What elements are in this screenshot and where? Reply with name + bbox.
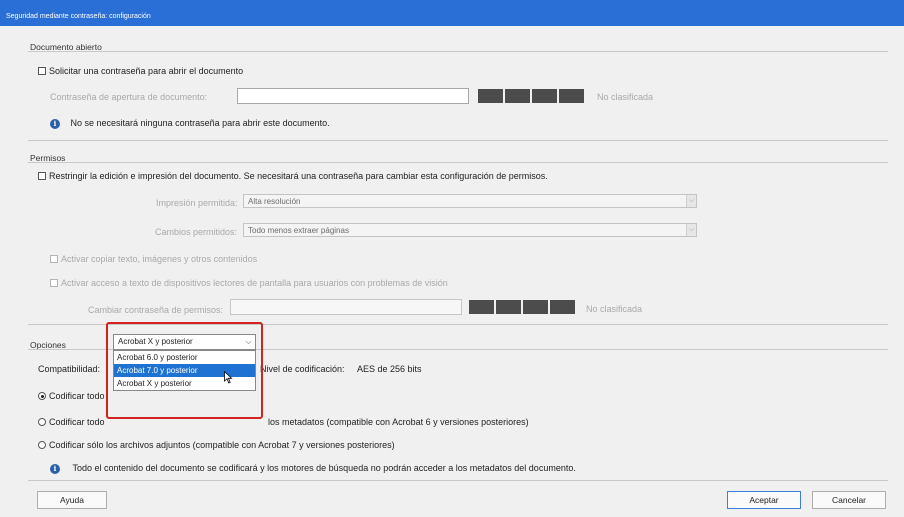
printing-allowed-select[interactable]: Alta resolución ⌵: [243, 194, 697, 208]
compatibility-option-highlighted[interactable]: Acrobat 7.0 y posterior: [114, 364, 255, 377]
changes-allowed-select[interactable]: Todo menos extraer páginas ⌵: [243, 223, 697, 237]
help-button[interactable]: Ayuda: [37, 491, 107, 509]
restrict-editing-option[interactable]: Restringir la edición e impresión del do…: [38, 171, 548, 181]
screen-reader-label: Activar acceso a texto de dispositivos l…: [61, 278, 448, 288]
radio-encrypt-all-button[interactable]: [38, 392, 46, 400]
permissions-password-strength-text: No clasificada: [586, 304, 643, 314]
chevron-down-icon: ⌵: [686, 195, 696, 207]
open-password-info-text: No se necesitará ninguna contraseña para…: [70, 118, 330, 128]
screen-reader-option[interactable]: Activar acceso a texto de dispositivos l…: [50, 278, 448, 288]
chevron-down-icon: ⌵: [245, 337, 252, 346]
options-info: i Todo el contenido del documento se cod…: [50, 463, 576, 474]
printing-allowed-value: Alta resolución: [248, 197, 301, 206]
open-password-info: i No se necesitará ninguna contraseña pa…: [50, 118, 330, 129]
restrict-editing-label: Restringir la edición e impresión del do…: [49, 171, 548, 181]
radio-encrypt-except-metadata-label: Codificar todo: [49, 417, 105, 427]
change-permissions-password-label: Cambiar contraseña de permisos:: [88, 305, 224, 315]
title-bar: Seguridad mediante contraseña: configura…: [0, 0, 904, 26]
restrict-editing-checkbox[interactable]: [38, 172, 46, 180]
radio-encrypt-attachments-button[interactable]: [38, 441, 46, 449]
radio-encrypt-all-label: Codificar todo: [49, 391, 105, 401]
require-open-password-option[interactable]: Solicitar una contraseña para abrir el d…: [38, 66, 243, 76]
ok-button[interactable]: Aceptar: [727, 491, 801, 509]
enable-copy-checkbox[interactable]: [50, 255, 58, 263]
changes-allowed-label: Cambios permitidos:: [155, 227, 238, 237]
radio-encrypt-except-metadata-button[interactable]: [38, 418, 46, 426]
compatibility-select[interactable]: Acrobat X y posterior ⌵: [113, 334, 256, 350]
compatibility-value: Acrobat X y posterior: [118, 337, 193, 346]
open-password-field[interactable]: [237, 88, 469, 104]
encryption-level-label: Nivel de codificación:: [260, 364, 345, 374]
printing-allowed-label: Impresión permitida:: [156, 198, 238, 208]
window-title: Seguridad mediante contraseña: configura…: [6, 13, 151, 20]
changes-allowed-value: Todo menos extraer páginas: [248, 226, 349, 235]
enable-copy-label: Activar copiar texto, imágenes y otros c…: [61, 254, 258, 264]
open-password-strength-meter: [478, 89, 584, 103]
compatibility-label: Compatibilidad:: [38, 364, 101, 374]
screen-reader-checkbox[interactable]: [50, 279, 58, 287]
info-icon: i: [50, 119, 60, 129]
enable-copy-option[interactable]: Activar copiar texto, imágenes y otros c…: [50, 254, 257, 264]
radio-encrypt-all[interactable]: Codificar todo: [38, 391, 105, 401]
require-open-password-checkbox[interactable]: [38, 67, 46, 75]
chevron-down-icon: ⌵: [686, 224, 696, 236]
require-open-password-label: Solicitar una contraseña para abrir el d…: [49, 66, 244, 76]
compatibility-option[interactable]: Acrobat 6.0 y posterior: [114, 351, 255, 364]
info-icon: i: [50, 464, 60, 474]
change-permissions-password-field[interactable]: [230, 299, 462, 315]
open-password-strength-text: No clasificada: [597, 92, 654, 102]
radio-encrypt-except-metadata[interactable]: Codificar todo: [38, 417, 105, 427]
options-info-text: Todo el contenido del documento se codif…: [72, 463, 576, 473]
open-password-label: Contraseña de apertura de documento:: [50, 92, 208, 102]
compatibility-dropdown: Acrobat 6.0 y posterior Acrobat 7.0 y po…: [113, 350, 256, 391]
mouse-pointer-icon: [224, 371, 233, 384]
radio-encrypt-attachments[interactable]: Codificar sólo los archivos adjuntos (co…: [38, 440, 395, 450]
radio-encrypt-attachments-label: Codificar sólo los archivos adjuntos (co…: [49, 440, 395, 450]
permissions-password-strength-meter: [469, 300, 575, 314]
encryption-level-value: AES de 256 bits: [357, 364, 422, 374]
cancel-button[interactable]: Cancelar: [812, 491, 886, 509]
radio-encrypt-except-metadata-suffix: los metadatos (compatible con Acrobat 6 …: [268, 417, 529, 427]
compatibility-option[interactable]: Acrobat X y posterior: [114, 377, 255, 390]
